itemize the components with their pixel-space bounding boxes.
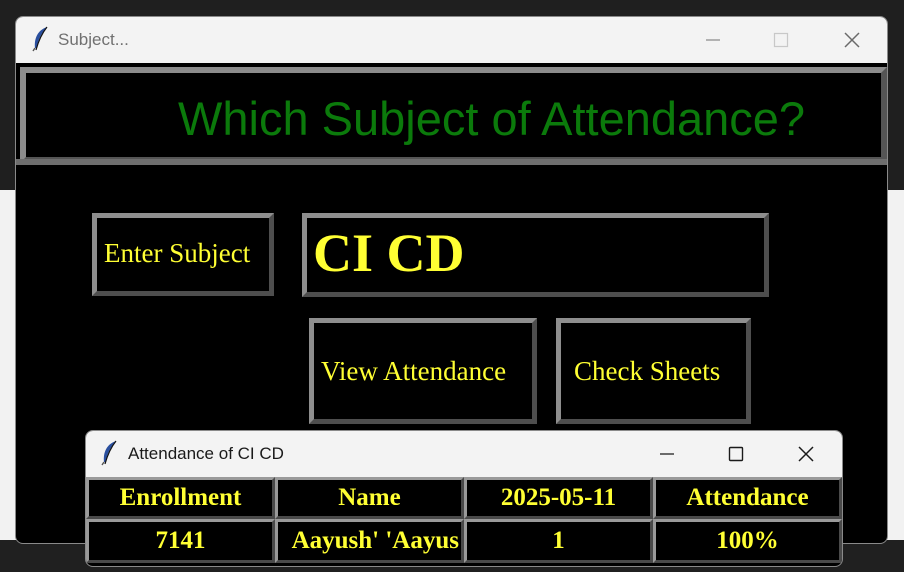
close-icon[interactable] [830, 25, 874, 55]
view-attendance-label: View Attendance [321, 356, 507, 386]
check-sheets-button[interactable]: Check Sheets [556, 318, 751, 424]
view-attendance-button[interactable]: View Attendance [309, 318, 537, 424]
maximize-icon[interactable] [714, 439, 758, 469]
column-header-name: Name [275, 477, 464, 519]
column-header-enrollment: Enrollment [86, 477, 275, 519]
title-bar[interactable]: Subject... [16, 17, 887, 63]
subject-input[interactable]: CI CD [302, 213, 769, 297]
close-icon[interactable] [784, 439, 828, 469]
window-title: Subject... [58, 30, 129, 49]
maximize-icon[interactable] [759, 25, 803, 55]
feather-icon [101, 440, 119, 466]
cell-name: Aayush' 'Aayus [275, 519, 464, 563]
enter-subject-label-box: Enter Subject [92, 213, 274, 296]
feather-icon [32, 26, 50, 52]
column-header-attendance: Attendance [653, 477, 842, 519]
attendance-window: Attendance of CI CD Enrollment Name 2025… [85, 430, 843, 567]
attendance-window-title: Attendance of CI CD [128, 444, 284, 463]
enter-subject-label: Enter Subject [104, 238, 251, 268]
header-banner: Which Subject of Attendance? [20, 67, 887, 163]
column-header-date: 2025-05-11 [464, 477, 653, 519]
cell-attendance: 100% [653, 519, 842, 563]
minimize-icon[interactable] [691, 25, 735, 55]
check-sheets-label: Check Sheets [574, 356, 721, 386]
cell-enrollment: 7141 [86, 519, 275, 563]
subject-input-value: CI CD [313, 223, 465, 283]
page-title: Which Subject of Attendance? [178, 92, 806, 145]
cell-date-value: 1 [464, 519, 653, 563]
attendance-title-bar[interactable]: Attendance of CI CD [86, 431, 842, 477]
minimize-icon[interactable] [645, 439, 689, 469]
divider [16, 159, 887, 165]
